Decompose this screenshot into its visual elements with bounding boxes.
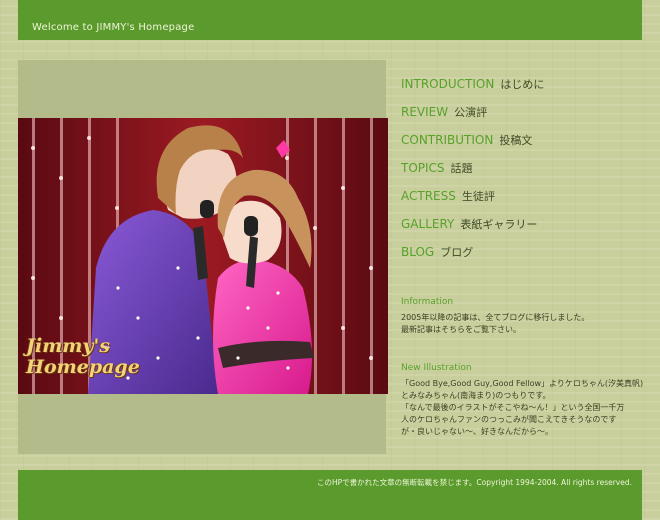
copyright-text: このHPで書かれた文章の無断転載を禁じます。Copyright 1994-200… (316, 478, 632, 487)
nav-label-jp: 生徒評 (461, 190, 495, 203)
nav-label-en: CONTRIBUTION (401, 133, 494, 147)
nav-item-topics[interactable]: TOPICS 話題 (401, 160, 651, 188)
nav-item-gallery[interactable]: GALLERY 表紙ギャラリー (401, 216, 651, 244)
nav-label-jp: 表紙ギャラリー (460, 218, 538, 231)
information-text: 2005年以降の記事は、全てブログに移行しました。 最新記事はそちらをご覧下さい… (401, 312, 651, 336)
nav-label-jp: 話題 (450, 162, 473, 175)
nav-label-en: ACTRESS (401, 189, 456, 203)
nav-item-introduction[interactable]: INTRODUCTION はじめに (401, 76, 651, 104)
nav-label-jp: 公演評 (454, 106, 488, 119)
nav-label-en: REVIEW (401, 105, 449, 119)
nav-label-en: GALLERY (401, 217, 455, 231)
nav-item-actress[interactable]: ACTRESS 生徒評 (401, 188, 651, 216)
nav-label-jp: 投稿文 (499, 134, 533, 147)
footer-bar: このHPで書かれた文章の無断転載を禁じます。Copyright 1994-200… (18, 470, 642, 520)
site-title: Welcome to JIMMY's Homepage (32, 22, 195, 33)
information-line: 2005年以降の記事は、全てブログに移行しました。 (401, 313, 590, 322)
new-illustration-line: とみなみちゃん(南海まり)のつもりです。 (401, 391, 551, 400)
new-illustration-line: 人のケロちゃんファンのつっこみが聞こえてきそうなのです (401, 415, 617, 424)
nav-item-contribution[interactable]: CONTRIBUTION 投稿文 (401, 132, 651, 160)
nav-label-en: BLOG (401, 245, 435, 259)
header-bar: Welcome to JIMMY's Homepage (18, 0, 642, 40)
nav-label-en: TOPICS (401, 161, 445, 175)
nav-item-blog[interactable]: BLOG ブログ (401, 244, 651, 272)
main-nav: INTRODUCTION はじめに REVIEW 公演評 CONTRIBUTIO… (401, 76, 651, 272)
site-logo: Jimmy's Homepage (26, 336, 156, 378)
nav-label-en: INTRODUCTION (401, 77, 495, 91)
new-illustration-heading: New Illustration (401, 363, 472, 373)
nav-label-jp: はじめに (500, 78, 545, 91)
new-illustration-line: が・良いじゃない～、好きなんだから～。 (401, 427, 553, 436)
new-illustration-line: 「Good Bye,Good Guy,Good Fellow」よりケロちゃん(汐… (401, 379, 644, 388)
information-heading: Information (401, 297, 454, 307)
logo-line-1: Jimmy's (26, 335, 110, 357)
new-illustration-line: 「なんで最後のイラストがそこやね～ん！」という全国一千万 (401, 403, 625, 412)
hero-illustration: Jimmy's Homepage (18, 118, 388, 394)
new-illustration-text: 「Good Bye,Good Guy,Good Fellow」よりケロちゃん(汐… (401, 378, 651, 438)
information-line: 最新記事はそちらをご覧下さい。 (401, 325, 521, 334)
logo-line-2: Homepage (26, 356, 140, 378)
nav-label-jp: ブログ (440, 246, 474, 259)
nav-item-review[interactable]: REVIEW 公演評 (401, 104, 651, 132)
